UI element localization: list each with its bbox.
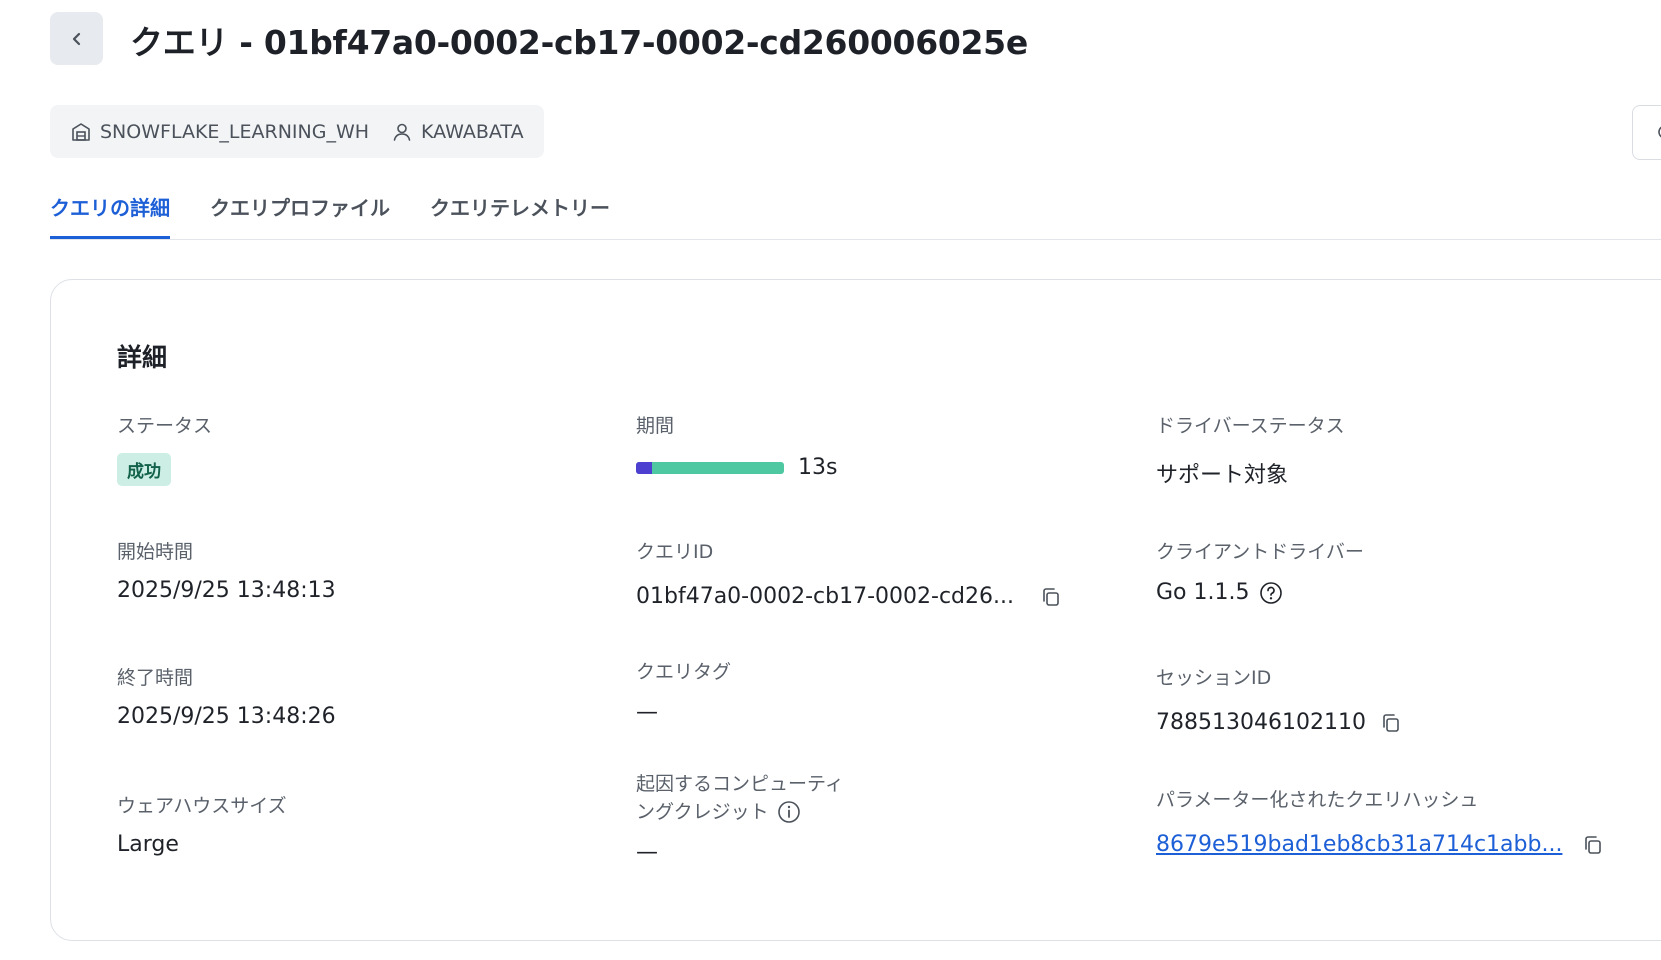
warehouse-meta[interactable]: SNOWFLAKE_LEARNING_WH — [70, 121, 369, 143]
refresh-icon — [1655, 122, 1661, 142]
back-button[interactable] — [50, 12, 103, 65]
warehouse-size-label: ウェアハウスサイズ — [117, 795, 287, 817]
query-tag-value: — — [636, 700, 658, 725]
copy-icon[interactable] — [1582, 834, 1604, 856]
status-label: ステータス — [117, 415, 213, 437]
compute-credits-label: 起因するコンピューティ ングクレジット — [636, 770, 844, 826]
query-id-label: クエリID — [636, 541, 714, 563]
duration-label: 期間 — [636, 415, 675, 437]
query-id-row: 01bf47a0-0002-cb17-0002-cd26... — [636, 584, 1062, 609]
param-hash-label: パラメーター化されたクエリハッシュ — [1156, 789, 1479, 811]
toolbar-button[interactable] — [1632, 105, 1661, 160]
end-time-label: 終了時間 — [117, 667, 194, 689]
duration-bar[interactable] — [636, 461, 784, 474]
end-time-value: 2025/9/25 13:48:26 — [117, 704, 336, 729]
chevron-left-icon — [68, 30, 86, 48]
duration-compile-segment — [636, 461, 653, 474]
param-hash-link[interactable]: 8679e519bad1eb8cb31a714c1abb... — [1156, 832, 1562, 857]
client-driver-label: クライアントドライバー — [1156, 541, 1364, 563]
query-id-value: 01bf47a0-0002-cb17-0002-cd26... — [636, 584, 1014, 609]
client-driver-value: Go 1.1.5 — [1156, 580, 1250, 605]
tab-query-profile[interactable]: クエリプロファイル — [210, 190, 390, 238]
compute-credits-label-line1: 起因するコンピューティ — [636, 773, 844, 795]
section-title: 詳細 — [117, 343, 168, 372]
duration-row[interactable]: 13s — [636, 455, 837, 480]
copy-icon[interactable] — [1040, 586, 1062, 608]
tab-query-details[interactable]: クエリの詳細 — [50, 190, 170, 239]
tab-query-telemetry[interactable]: クエリテレメトリー — [430, 190, 610, 238]
warehouse-size-value: Large — [117, 832, 179, 857]
warehouse-name: SNOWFLAKE_LEARNING_WH — [100, 120, 370, 143]
help-icon[interactable] — [1259, 581, 1283, 605]
info-icon[interactable] — [777, 800, 801, 824]
user-meta[interactable]: KAWABATA — [391, 121, 524, 143]
page-title: クエリ - 01bf47a0-0002-cb17-0002-cd26000602… — [130, 23, 1028, 62]
user-name: KAWABATA — [421, 120, 524, 143]
copy-icon[interactable] — [1380, 712, 1402, 734]
session-id-label: セッションID — [1156, 667, 1272, 689]
warehouse-icon — [70, 121, 92, 143]
status-badge: 成功 — [117, 453, 171, 486]
query-tag-label: クエリタグ — [636, 661, 732, 683]
param-hash-row: 8679e519bad1eb8cb31a714c1abb... — [1156, 832, 1604, 857]
session-id-value: 788513046102110 — [1156, 710, 1366, 735]
session-id-row: 788513046102110 — [1156, 710, 1402, 735]
driver-status-label: ドライバーステータス — [1156, 415, 1345, 437]
start-time-value: 2025/9/25 13:48:13 — [117, 578, 336, 603]
compute-credits-value: — — [636, 840, 658, 865]
driver-status-value: サポート対象 — [1156, 463, 1289, 488]
start-time-label: 開始時間 — [117, 541, 194, 563]
detail-tabs: クエリの詳細 クエリプロファイル クエリテレメトリー — [50, 190, 1661, 240]
duration-value: 13s — [798, 455, 838, 480]
query-meta-chip: SNOWFLAKE_LEARNING_WH KAWABATA — [50, 105, 544, 158]
client-driver-row: Go 1.1.5 — [1156, 580, 1283, 605]
compute-credits-label-line2: ングクレジット — [636, 801, 769, 823]
user-icon — [391, 121, 413, 143]
